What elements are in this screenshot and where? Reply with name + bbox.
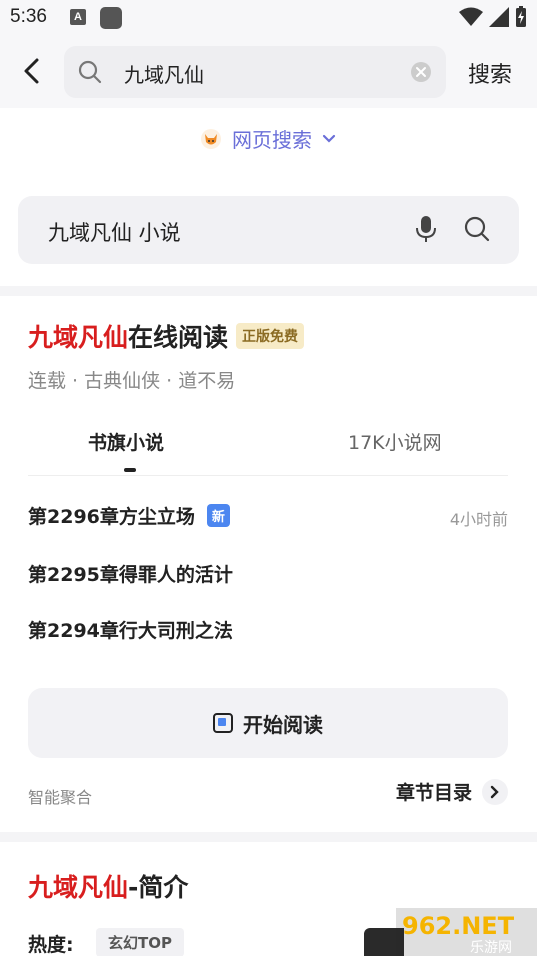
battery-icon <box>516 6 526 27</box>
start-reading-label: 开始阅读 <box>243 712 323 737</box>
chevron-right-icon <box>482 778 508 805</box>
chapter-item[interactable]: 第2296章方尘立场 新 <box>28 502 230 529</box>
web-search-label: 网页搜索 <box>232 128 312 152</box>
fox-logo-icon <box>201 128 221 149</box>
intro-title-highlight: 九域凡仙 <box>28 873 129 902</box>
notification-app-icon <box>100 7 122 29</box>
search-query-text: 九域凡仙 <box>124 63 204 87</box>
intro-title[interactable]: 九域凡仙-简介 <box>28 868 188 904</box>
status-bar: 5:36 A <box>0 0 537 36</box>
chapter-time: 4小时前 <box>449 510 508 529</box>
notification-a-icon: A <box>70 9 86 25</box>
novel-title-highlight: 九域凡仙 <box>28 323 129 352</box>
watermark-text: 962.NET <box>402 912 515 940</box>
smart-aggregate-label: 智能聚合 <box>28 788 93 807</box>
wifi-icon <box>459 7 483 26</box>
chapter-title: 第2296章方尘立场 <box>28 506 195 528</box>
novel-result-card: 九域凡仙 在线阅读 正版免费 连载 · 古典仙侠 · 道不易 书旗小说 17K小说… <box>0 296 537 832</box>
novel-title[interactable]: 九域凡仙 在线阅读 正版免费 <box>28 318 305 354</box>
chapter-list-link[interactable]: 章节目录 <box>396 778 508 805</box>
signal-icon <box>489 7 509 27</box>
clear-icon[interactable] <box>410 61 432 83</box>
heat-label: 热度: <box>28 934 74 956</box>
web-search-dropdown[interactable]: 网页搜索 <box>200 124 336 153</box>
chapter-item[interactable]: 第2294章行大司刑之法 <box>28 616 233 643</box>
suggestion-query-box[interactable]: 九域凡仙 小说 <box>18 196 519 264</box>
novel-title-rest: 在线阅读 <box>128 323 229 352</box>
watermark-logo: 962.NET 乐游网 <box>396 908 537 956</box>
chapter-list-label: 章节目录 <box>395 782 472 804</box>
search-header: 九域凡仙 搜索 <box>0 36 537 108</box>
source-tabs: 书旗小说 17K小说网 <box>28 422 508 476</box>
status-icons <box>459 6 527 28</box>
search-icon <box>78 60 102 84</box>
novel-meta: 连载 · 古典仙侠 · 道不易 <box>28 370 236 392</box>
chapter-title: 第2294章行大司刑之法 <box>28 620 233 642</box>
microphone-icon[interactable] <box>414 214 438 244</box>
heat-tag[interactable]: 玄幻TOP <box>96 928 184 956</box>
watermark-sub: 乐游网 <box>470 940 512 956</box>
start-reading-button[interactable]: 开始阅读 <box>28 688 508 758</box>
chapter-title: 第2295章得罪人的活计 <box>28 564 233 586</box>
web-search-selector: 网页搜索 <box>0 108 537 168</box>
chapter-item[interactable]: 第2295章得罪人的活计 <box>28 560 233 587</box>
back-arrow-icon[interactable] <box>18 56 46 86</box>
suggestion-card: 九域凡仙 小说 <box>0 168 537 286</box>
tab-shuqi[interactable]: 书旗小说 <box>88 428 164 455</box>
chevron-down-icon <box>322 134 336 143</box>
search-icon[interactable] <box>464 216 490 242</box>
suggestion-query-text: 九域凡仙 小说 <box>48 221 181 245</box>
active-tab-indicator <box>124 468 136 472</box>
search-button[interactable]: 搜索 <box>468 57 512 89</box>
intro-title-rest: -简介 <box>128 873 189 902</box>
search-input[interactable]: 九域凡仙 <box>64 46 446 98</box>
status-time: 5:36 <box>10 6 47 27</box>
tab-17k[interactable]: 17K小说网 <box>348 428 442 455</box>
new-badge: 新 <box>206 504 230 527</box>
free-badge: 正版免费 <box>236 323 305 349</box>
book-icon <box>213 713 233 733</box>
